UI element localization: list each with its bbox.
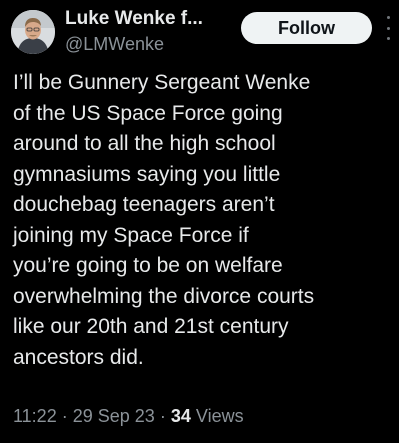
- tweet-text-line: like our 20th and 21st century: [13, 315, 289, 338]
- more-dot: [386, 16, 390, 19]
- more-dot: [386, 26, 390, 30]
- author-handle[interactable]: @LMWenke: [65, 34, 164, 55]
- meta-separator: ·: [61, 406, 68, 426]
- tweet-text-line: gymnasiums saying you little: [13, 162, 281, 186]
- tweet-text-line: you’re going to be on welfare: [13, 254, 283, 277]
- views-count[interactable]: 34: [171, 406, 191, 426]
- tweet-text-line: of the US Space Force going: [13, 101, 283, 125]
- more-dot: [386, 37, 390, 40]
- tweet-date[interactable]: 29 Sep 23: [73, 406, 155, 426]
- author-name[interactable]: Luke Wenke f...: [65, 8, 203, 30]
- tweet-text-line: I’ll be Gunnery Sergeant Wenke: [13, 71, 311, 94]
- tweet-meta: 11:22 · 29 Sep 23 · 34 Views: [13, 406, 244, 427]
- views-label[interactable]: Views: [196, 406, 244, 426]
- follow-button[interactable]: Follow: [241, 12, 372, 44]
- meta-separator: ·: [159, 406, 166, 426]
- avatar-image: [11, 10, 55, 54]
- tweet-text-line: around to all the high school: [13, 132, 276, 155]
- tweet-text-line: overwhelming the divorce courts: [13, 284, 315, 308]
- tweet-text-line: joining my Space Force if: [13, 223, 249, 247]
- tweet-card: Luke Wenke f... @LMWenke Follow I’ll be …: [0, 0, 399, 443]
- tweet-time[interactable]: 11:22: [13, 406, 57, 426]
- tweet-text: I’ll be Gunnery Sergeant Wenke of the US…: [13, 68, 393, 373]
- tweet-text-line: ancestors did.: [13, 345, 144, 369]
- more-vertical-icon[interactable]: [383, 16, 393, 40]
- tweet-text-line: douchebag teenagers aren’t: [13, 193, 275, 216]
- avatar[interactable]: [11, 10, 55, 54]
